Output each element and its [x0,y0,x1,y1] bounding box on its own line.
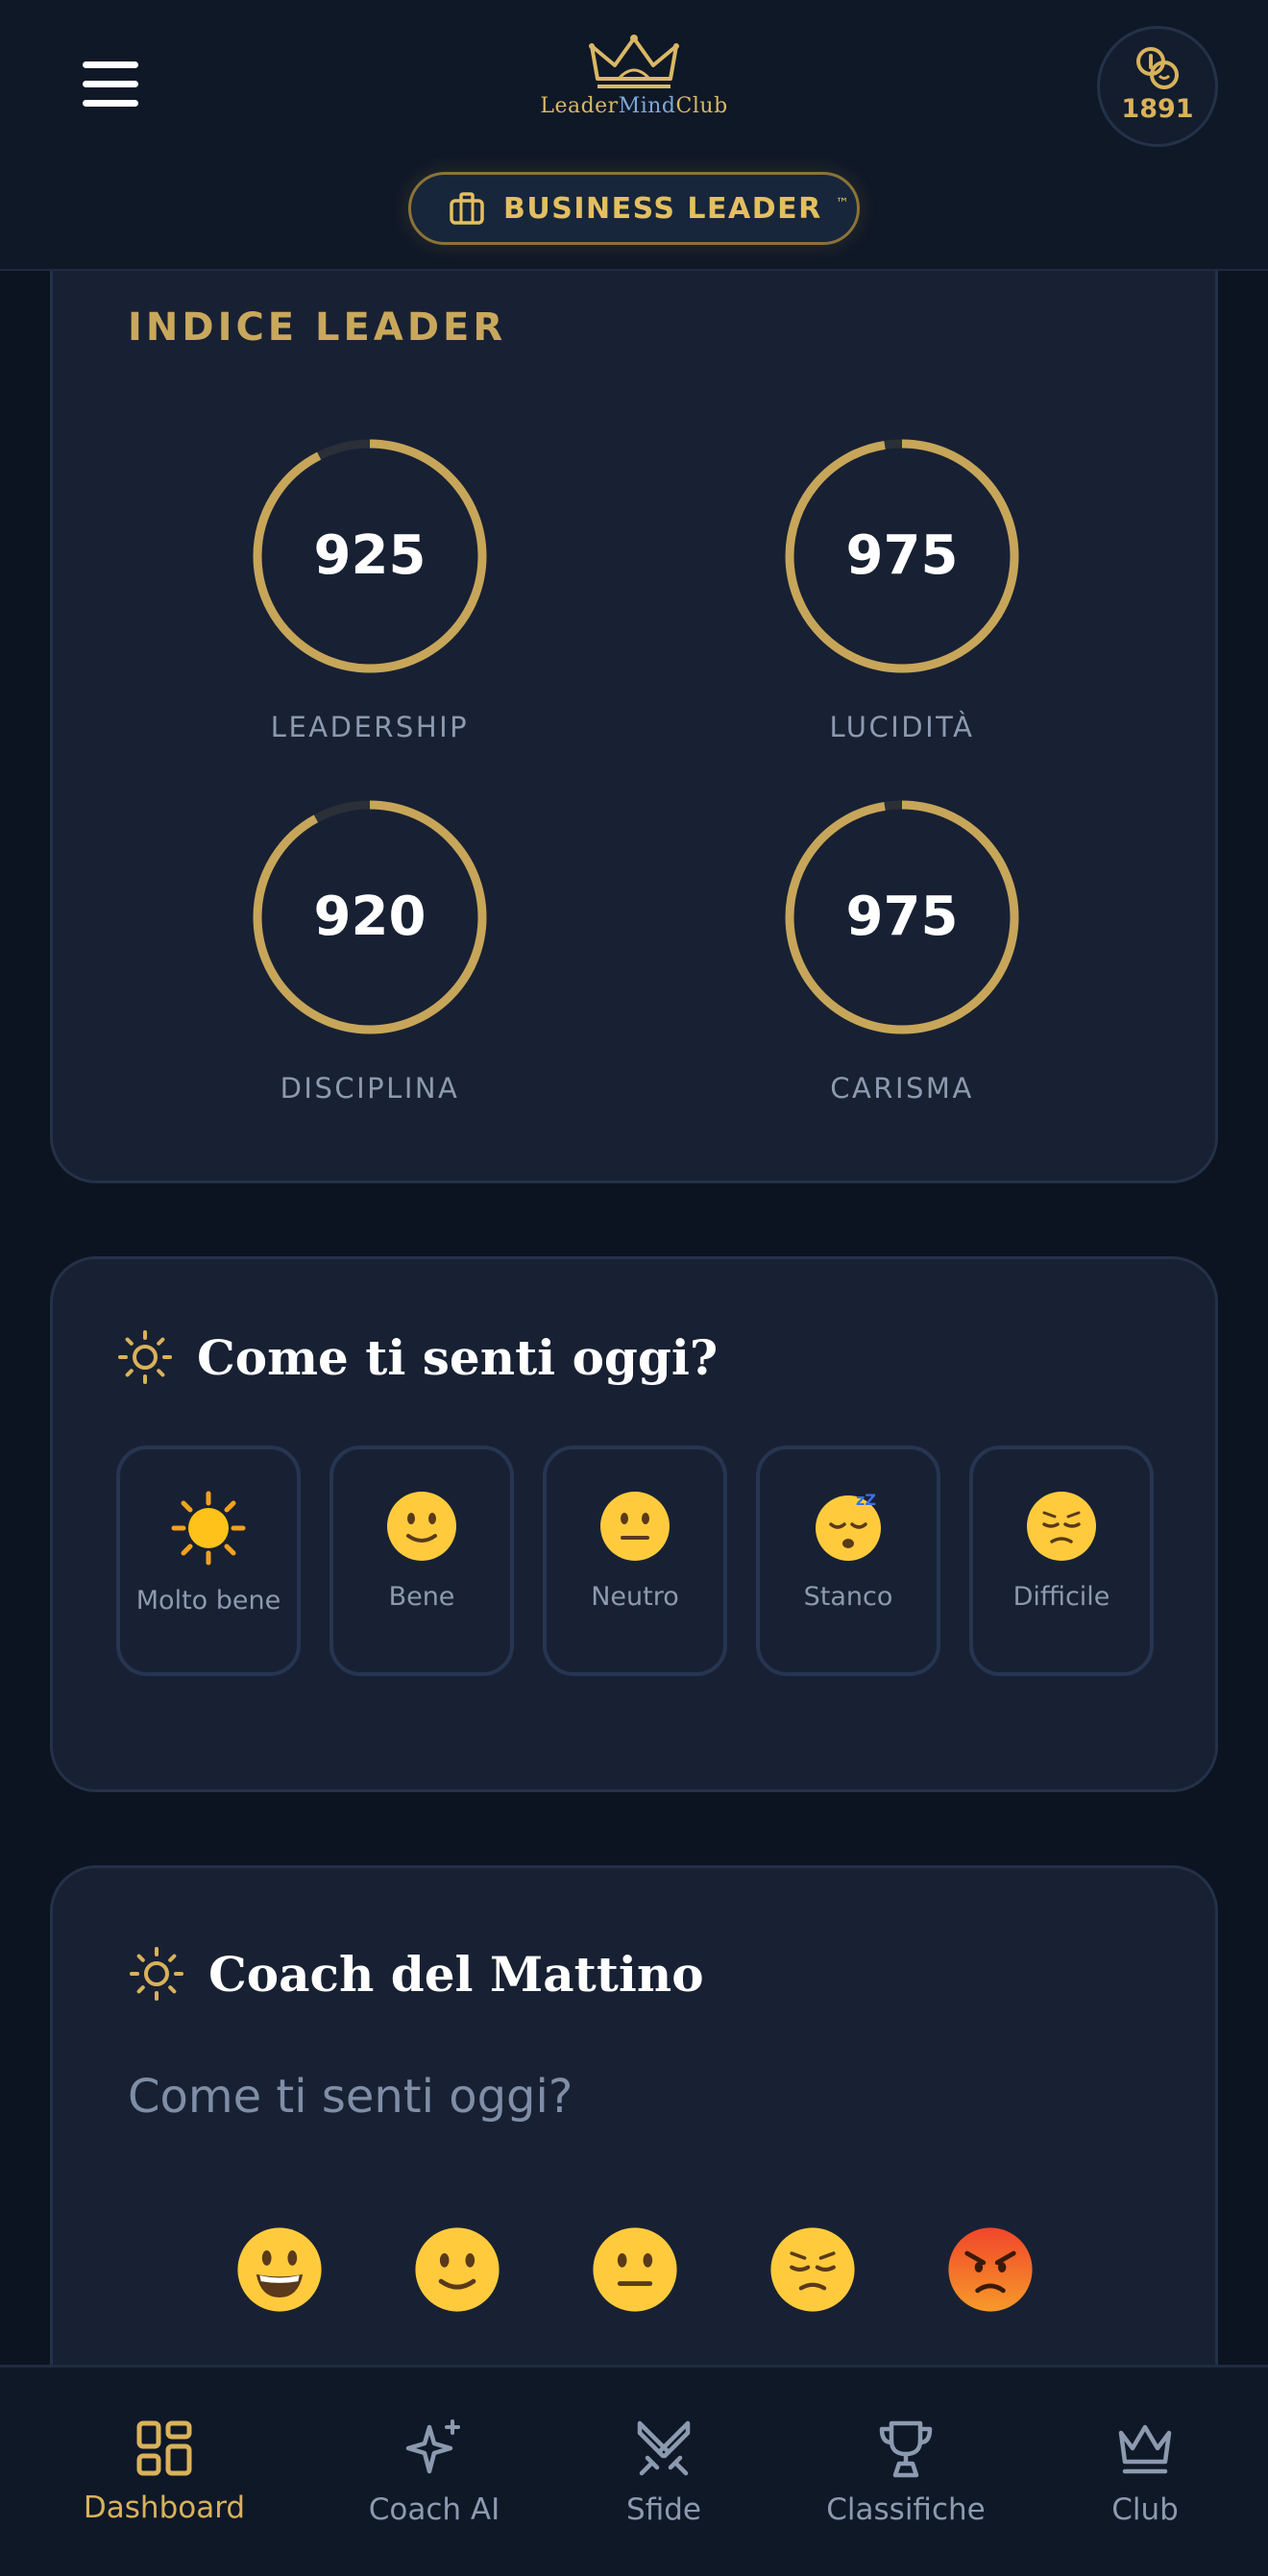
gauge-label: CARISMA [830,1072,974,1105]
sun-icon [118,1330,172,1384]
gauge-carisma: 975 CARISMA [719,797,1085,1105]
svg-text:zZ: zZ [856,1491,876,1509]
mood-option-neutro[interactable]: Neutro [543,1446,727,1676]
mood-option-molto-bene[interactable]: Molto bene [116,1446,301,1676]
mood-card-title: Come ti senti oggi? [197,1328,719,1386]
rank-badge[interactable]: BUSINESS LEADER ™ [408,172,860,245]
coins-icon [1136,47,1179,89]
sparkle-icon [405,2419,460,2474]
mood-option-label: Stanco [803,1582,893,1612]
grinning-face-icon[interactable] [235,2225,324,2314]
trademark-mark: ™ [835,196,849,211]
leader-index-card: INDICE LEADER 925 LEADERSHIP 975 LUCIDIT… [50,202,1218,1183]
gauge-label: LUCIDITÀ [829,711,975,743]
logo-wordmark: LeaderMindClub [540,94,728,118]
gauge-disciplina: 920 DISCIPLINA [187,797,552,1105]
crown-icon [1118,2424,1172,2474]
nav-label: Classifiche [826,2492,986,2527]
nav-sfide[interactable]: Sfide [549,2419,779,2527]
mood-option-label: Bene [388,1582,455,1612]
mood-options: Molto bene Bene Neutro zZ Stanco Diffici… [116,1446,1154,1676]
gauge-label: LEADERSHIP [270,711,470,743]
mood-option-bene[interactable]: Bene [329,1446,514,1676]
mood-option-label: Molto bene [135,1586,281,1616]
nav-label: Sfide [626,2492,701,2527]
mood-option-stanco[interactable]: zZ Stanco [756,1446,940,1676]
mood-option-label: Neutro [591,1582,679,1612]
slightly-smiling-emoji-icon [387,1492,456,1561]
crown-logo-icon [589,35,679,88]
angry-face-icon[interactable] [946,2225,1035,2314]
gauge-value: 925 [313,524,427,587]
coin-count: 1891 [1121,94,1194,124]
briefcase-icon [450,192,484,225]
gauge-value: 920 [313,886,427,948]
pensive-face-icon[interactable] [768,2225,857,2314]
nav-classifiche[interactable]: Classifiche [791,2419,1021,2527]
coach-emoji-row [235,2225,1035,2314]
gauge-value: 975 [845,886,959,948]
nav-coach-ai[interactable]: Coach AI [319,2419,549,2527]
sun-icon [130,1947,183,2001]
nav-label: Club [1111,2492,1179,2527]
nav-label: Dashboard [83,2491,246,2525]
mood-card: Come ti senti oggi? Molto bene Bene Neut… [50,1256,1218,1792]
nav-dashboard[interactable]: Dashboard [49,2419,280,2525]
mood-option-difficile[interactable]: Difficile [969,1446,1154,1676]
neutral-face-emoji-icon [600,1492,670,1561]
hamburger-menu-button[interactable] [83,61,138,108]
sun-emoji-icon [171,1491,246,1566]
swords-icon [637,2420,691,2476]
coach-card-title: Coach del Mattino [208,1945,704,2003]
gauge-label: DISCIPLINA [280,1072,460,1105]
gauge-value: 975 [845,524,959,587]
app-logo[interactable]: LeaderMindClub [533,33,735,136]
neutral-face-icon[interactable] [591,2225,679,2314]
pensive-face-emoji-icon [1027,1492,1096,1561]
nav-club[interactable]: Club [1030,2419,1260,2527]
dashboard-icon [136,2420,192,2476]
bottom-navigation: Dashboard Coach AI Sfide Classifiche Clu… [0,2365,1268,2576]
gauge-lucidita: 975 LUCIDITÀ [719,436,1085,743]
coach-question: Come ti senti oggi? [128,2070,573,2124]
rank-label: BUSINESS LEADER [503,191,822,226]
slightly-smiling-face-icon[interactable] [413,2225,501,2314]
gauge-leadership: 925 LEADERSHIP [187,436,552,743]
app-header: LeaderMindClub 1891 BUSINESS LEADER ™ [0,0,1268,271]
section-title: INDICE LEADER [128,305,507,350]
coin-balance[interactable]: 1891 [1097,26,1218,147]
mood-option-label: Difficile [1012,1582,1110,1612]
nav-label: Coach AI [368,2492,500,2527]
trophy-icon [879,2420,933,2478]
sleeping-face-emoji-icon: zZ [816,1491,881,1561]
